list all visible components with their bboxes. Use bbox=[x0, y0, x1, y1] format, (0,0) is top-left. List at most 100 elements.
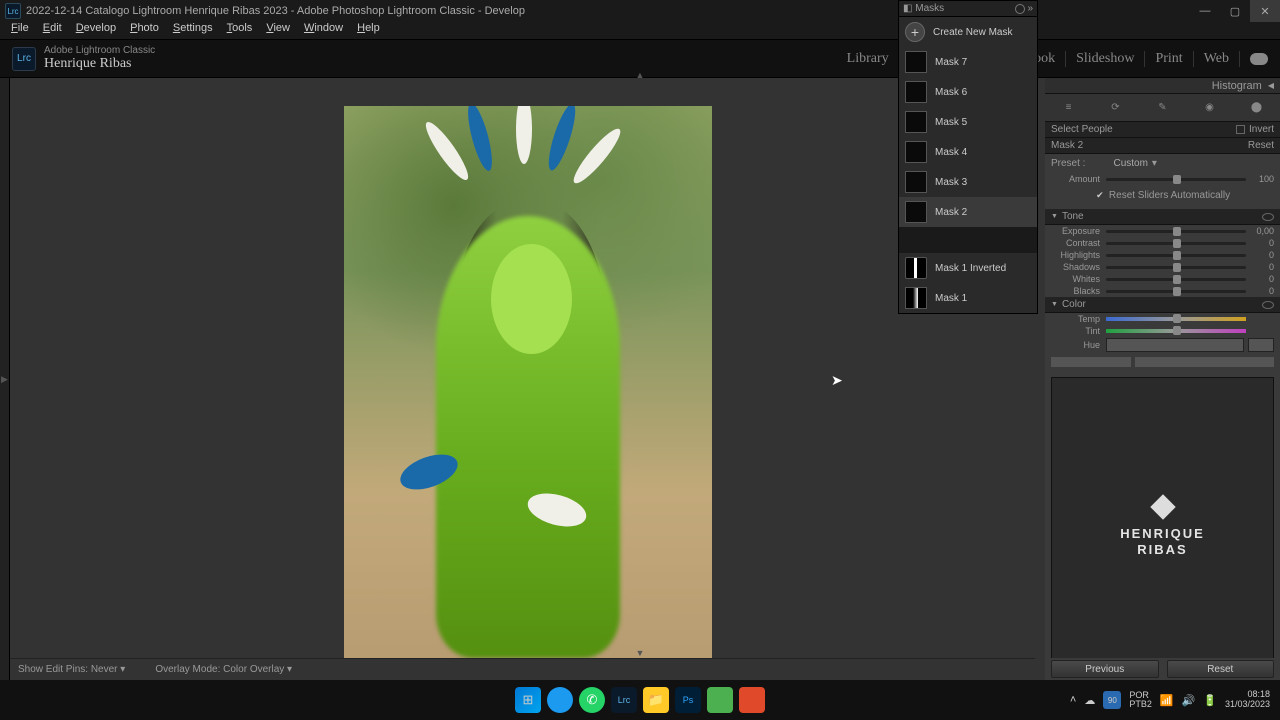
wifi-icon[interactable]: 📶 bbox=[1160, 694, 1174, 707]
reset-button[interactable]: Reset bbox=[1167, 660, 1275, 678]
hue-slider[interactable] bbox=[1106, 338, 1244, 352]
clock[interactable]: 08:1831/03/2023 bbox=[1225, 690, 1270, 710]
previous-button[interactable]: Previous bbox=[1051, 660, 1159, 678]
tray-chevron-icon[interactable]: ˄ bbox=[1070, 694, 1076, 706]
masking-icon[interactable]: ⬤ bbox=[1248, 99, 1266, 117]
masks-expand-icon[interactable]: » bbox=[1027, 3, 1033, 14]
contrast-slider[interactable] bbox=[1106, 242, 1246, 245]
menu-help[interactable]: Help bbox=[350, 22, 387, 34]
mask-item-extra[interactable]: Mask 1 bbox=[899, 283, 1037, 313]
contrast-value[interactable]: 0 bbox=[1246, 238, 1274, 248]
cloud-sync-icon[interactable] bbox=[1250, 53, 1268, 65]
shadows-value[interactable]: 0 bbox=[1246, 262, 1274, 272]
menu-edit[interactable]: Edit bbox=[36, 22, 69, 34]
exposure-value[interactable]: 0,00 bbox=[1246, 226, 1274, 236]
reset-auto-checkbox[interactable]: ✔ bbox=[1095, 191, 1105, 201]
mask-item-4[interactable]: Mask 4 bbox=[899, 137, 1037, 167]
menu-develop[interactable]: Develop bbox=[69, 22, 123, 34]
saturation-swatch[interactable] bbox=[1051, 357, 1131, 367]
module-library[interactable]: Library bbox=[837, 51, 900, 67]
preset-value[interactable]: Custom bbox=[1113, 158, 1147, 169]
mask-thumb bbox=[905, 171, 927, 193]
maximize-button[interactable]: ▢ bbox=[1220, 0, 1250, 22]
masks-panel[interactable]: ◧ Masks » + Create New Mask Mask 7Mask 6… bbox=[898, 0, 1038, 314]
onedrive-icon[interactable]: ☁ bbox=[1084, 694, 1095, 707]
amount-value[interactable]: 100 bbox=[1246, 174, 1274, 184]
lightroom-taskbar-icon[interactable]: Lrc bbox=[611, 687, 637, 713]
mask-item-2[interactable]: Mask 2 bbox=[899, 197, 1037, 227]
language-indicator[interactable]: POR PTB2 bbox=[1129, 691, 1152, 709]
module-web[interactable]: Web bbox=[1194, 51, 1240, 67]
crop-icon[interactable]: ⟳ bbox=[1107, 99, 1125, 117]
whatsapp-icon[interactable]: ✆ bbox=[579, 687, 605, 713]
mask-item-3[interactable]: Mask 3 bbox=[899, 167, 1037, 197]
minimize-button[interactable]: — bbox=[1190, 0, 1220, 22]
weather-widget[interactable]: 90 bbox=[1103, 691, 1121, 709]
hue-swatch[interactable] bbox=[1248, 338, 1274, 352]
menu-tools[interactable]: Tools bbox=[220, 22, 260, 34]
mask-reset-link[interactable]: Reset bbox=[1248, 140, 1274, 151]
reset-auto-label: Reset Sliders Automatically bbox=[1109, 190, 1230, 201]
user-name: Henrique Ribas bbox=[44, 56, 155, 71]
invert-checkbox[interactable] bbox=[1236, 125, 1245, 134]
select-people-label[interactable]: Select People bbox=[1051, 124, 1113, 135]
highlights-label: Highlights bbox=[1051, 250, 1106, 260]
histogram-header[interactable]: Histogram◀ bbox=[1045, 78, 1280, 94]
photo-preview[interactable] bbox=[344, 106, 712, 658]
redeye-icon[interactable]: ◉ bbox=[1201, 99, 1219, 117]
plus-icon: + bbox=[905, 22, 925, 42]
color-section-header[interactable]: ▼Color bbox=[1045, 297, 1280, 313]
menu-window[interactable]: Window bbox=[297, 22, 350, 34]
module-slideshow[interactable]: Slideshow bbox=[1066, 51, 1145, 67]
mask-item-extra[interactable]: Mask 1 Inverted bbox=[899, 253, 1037, 283]
tone-visibility-icon[interactable] bbox=[1262, 213, 1274, 221]
edit-sliders-icon[interactable]: ≡ bbox=[1060, 99, 1078, 117]
menu-file[interactable]: File bbox=[4, 22, 36, 34]
tone-section-header[interactable]: ▼Tone bbox=[1045, 209, 1280, 225]
mask-label: Mask 1 Inverted bbox=[935, 263, 1006, 274]
current-mask-name: Mask 2 bbox=[1051, 140, 1083, 151]
heal-icon[interactable]: ✎ bbox=[1154, 99, 1172, 117]
blacks-value[interactable]: 0 bbox=[1246, 286, 1274, 296]
photoshop-icon[interactable]: Ps bbox=[675, 687, 701, 713]
whites-slider[interactable] bbox=[1106, 278, 1246, 281]
mask-thumb bbox=[905, 141, 927, 163]
app-green-icon[interactable] bbox=[707, 687, 733, 713]
temp-slider[interactable] bbox=[1106, 317, 1246, 321]
app-orange-icon[interactable] bbox=[739, 687, 765, 713]
menu-photo[interactable]: Photo bbox=[123, 22, 166, 34]
battery-icon[interactable]: 🔋 bbox=[1203, 694, 1217, 707]
mask-label: Mask 6 bbox=[935, 87, 967, 98]
amount-slider[interactable] bbox=[1106, 178, 1246, 181]
show-edit-pins-value[interactable]: Never bbox=[91, 664, 118, 675]
explorer-icon[interactable]: 📁 bbox=[643, 687, 669, 713]
highlights-value[interactable]: 0 bbox=[1246, 250, 1274, 260]
masks-overlay-toggle-icon[interactable] bbox=[1015, 4, 1025, 14]
mask-item-5[interactable]: Mask 5 bbox=[899, 107, 1037, 137]
canvas-area: ➤ bbox=[10, 78, 1045, 680]
exposure-slider[interactable] bbox=[1106, 230, 1246, 233]
start-button[interactable]: ⊞ bbox=[515, 687, 541, 713]
left-panel-toggle[interactable]: ▶ bbox=[0, 78, 10, 680]
highlights-slider[interactable] bbox=[1106, 254, 1246, 257]
overlay-mode-value[interactable]: Color Overlay bbox=[223, 664, 284, 675]
tint-slider[interactable] bbox=[1106, 329, 1246, 333]
whites-value[interactable]: 0 bbox=[1246, 274, 1274, 284]
edge-icon[interactable] bbox=[547, 687, 573, 713]
filmstrip-grip[interactable]: ▼ bbox=[636, 648, 645, 658]
menu-settings[interactable]: Settings bbox=[166, 22, 220, 34]
whites-label: Whites bbox=[1051, 274, 1106, 284]
close-button[interactable]: ✕ bbox=[1250, 0, 1280, 22]
module-print[interactable]: Print bbox=[1145, 51, 1193, 67]
app-icon: Lrc bbox=[5, 3, 21, 19]
mask-item-6[interactable]: Mask 6 bbox=[899, 77, 1037, 107]
tint-label: Tint bbox=[1051, 326, 1106, 336]
create-new-mask-button[interactable]: + Create New Mask bbox=[899, 17, 1037, 47]
volume-icon[interactable]: 🔊 bbox=[1182, 694, 1196, 707]
menu-view[interactable]: View bbox=[259, 22, 297, 34]
mask-item-7[interactable]: Mask 7 bbox=[899, 47, 1037, 77]
color-visibility-icon[interactable] bbox=[1262, 301, 1274, 309]
blacks-slider[interactable] bbox=[1106, 290, 1246, 293]
saturation-slider[interactable] bbox=[1135, 357, 1274, 367]
shadows-slider[interactable] bbox=[1106, 266, 1246, 269]
